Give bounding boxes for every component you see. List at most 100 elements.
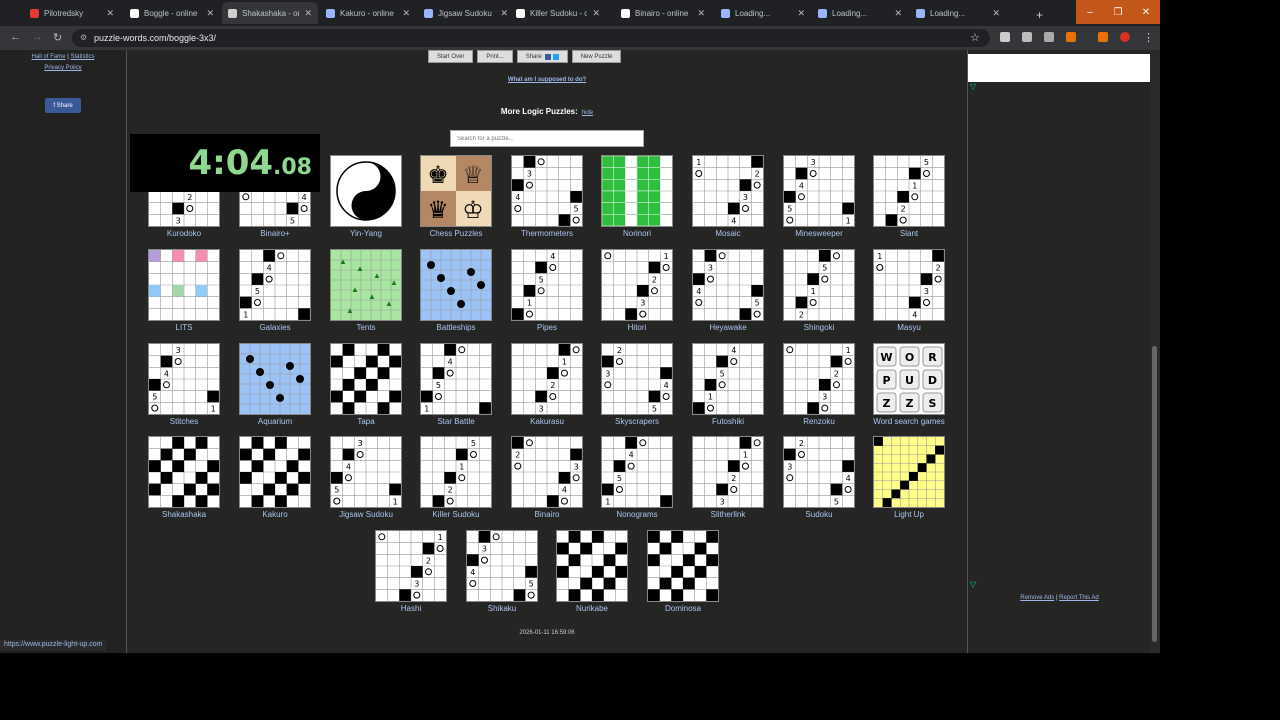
puzzle-link[interactable]: Heyawake <box>692 323 764 332</box>
puzzle-thumbnail[interactable]: WO R P U D Z Z S <box>873 343 945 415</box>
puzzle-thumbnail[interactable] <box>647 530 719 602</box>
puzzle-link[interactable]: Slitherlink <box>692 510 764 519</box>
puzzle-card-lits[interactable]: LITS <box>148 249 220 332</box>
puzzle-thumbnail[interactable]: 4 5 1 <box>511 249 583 321</box>
puzzle-thumbnail[interactable] <box>239 343 311 415</box>
report-ad-link[interactable]: Report This Ad <box>1059 595 1099 601</box>
puzzle-link[interactable]: Star Battle <box>420 417 492 426</box>
tab-10[interactable]: Loading... ✕ <box>910 2 1006 24</box>
puzzle-card-chess-puzzles[interactable]: ♚ ♕ ♛ ♔ Chess Puzzles <box>420 155 492 238</box>
puzzle-link[interactable]: Tents <box>330 323 402 332</box>
puzzle-card-shakashaka[interactable]: Shakashaka <box>148 436 220 519</box>
puzzle-link[interactable]: Kakurasu <box>511 417 583 426</box>
scrollbar-thumb[interactable] <box>1152 346 1157 642</box>
extension-icon[interactable] <box>1022 32 1032 42</box>
puzzle-card-word-search-games[interactable]: W O R P U D Z Z S Word search games <box>873 343 945 426</box>
tab-3[interactable]: Shakashaka - onl ✕ <box>222 2 318 24</box>
extension-icon[interactable] <box>1098 32 1108 42</box>
puzzle-thumbnail[interactable] <box>148 436 220 508</box>
puzzle-card-hashi[interactable]: 1 2 3 Hashi <box>375 530 447 613</box>
puzzle-thumbnail[interactable]: 4 5 1 <box>420 343 492 415</box>
remove-ads-link[interactable]: Remove Ads <box>1020 595 1054 601</box>
minimize-button[interactable]: – <box>1076 0 1104 24</box>
tab-close-icon[interactable]: ✕ <box>797 8 805 19</box>
print-button[interactable]: Print... <box>477 50 513 63</box>
puzzle-thumbnail[interactable] <box>148 249 220 321</box>
puzzle-link[interactable]: LITS <box>148 323 220 332</box>
puzzle-card-slant[interactable]: 5 1 2 Slant <box>873 155 945 238</box>
new-tab-button[interactable]: + <box>1030 4 1049 26</box>
reload-button[interactable]: ↻ <box>53 31 62 44</box>
puzzle-thumbnail[interactable]: 1 2 3 <box>601 249 673 321</box>
puzzle-link[interactable]: Kurodoko <box>148 229 220 238</box>
puzzle-card-heyawake[interactable]: 3 4 5 Heyawake <box>692 249 764 332</box>
puzzle-link[interactable]: Kakuro <box>239 510 311 519</box>
puzzle-thumbnail[interactable]: 2 3 4 5 <box>783 436 855 508</box>
puzzle-card-masyu[interactable]: 1 2 3 4 Masyu <box>873 249 945 332</box>
puzzle-link[interactable]: Mosaic <box>692 229 764 238</box>
tab-close-icon[interactable]: ✕ <box>992 8 1000 19</box>
puzzle-thumbnail[interactable]: 1 2 3 <box>511 343 583 415</box>
puzzle-card-kakuro[interactable]: Kakuro <box>239 436 311 519</box>
puzzle-thumbnail[interactable]: 4 5 1 <box>692 343 764 415</box>
puzzle-card-nurikabe[interactable]: Nurikabe <box>556 530 628 613</box>
site-info-icon[interactable]: ⚙ <box>80 29 87 47</box>
restore-button[interactable]: ❐ <box>1104 0 1132 24</box>
puzzle-thumbnail[interactable]: ▲ ▲ ▲ ▲ ▲ ▲ ▲ ▲ <box>330 249 402 321</box>
puzzle-card-sudoku[interactable]: 2 3 4 5 Sudoku <box>783 436 855 519</box>
puzzle-card-aquarium[interactable]: Aquarium <box>239 343 311 426</box>
puzzle-link[interactable]: Pipes <box>511 323 583 332</box>
tab-2[interactable]: Boggle - online ✕ <box>124 2 220 24</box>
privacy-policy-link[interactable]: Privacy Policy <box>0 65 126 71</box>
puzzle-card-kakurasu[interactable]: 1 2 3 Kakurasu <box>511 343 583 426</box>
statistics-link[interactable]: Statistics <box>70 54 94 60</box>
puzzle-card-binairo[interactable]: 2 3 4 Binairo <box>511 436 583 519</box>
puzzle-link[interactable]: Galaxies <box>239 323 311 332</box>
puzzle-thumbnail[interactable]: 3 4 5 <box>511 155 583 227</box>
puzzle-thumbnail[interactable]: 4 5 1 <box>601 436 673 508</box>
new-puzzle-button[interactable]: New Puzzle <box>571 50 622 63</box>
extension-icon[interactable] <box>1066 32 1076 42</box>
puzzle-card-jigsaw-sudoku[interactable]: 3 4 5 1 Jigsaw Sudoku <box>330 436 402 519</box>
puzzle-card-norinori[interactable]: Norinori <box>601 155 673 238</box>
puzzle-link[interactable]: Yin-Yang <box>330 229 402 238</box>
puzzle-card-star-battle[interactable]: 4 5 1 Star Battle <box>420 343 492 426</box>
puzzle-thumbnail[interactable] <box>420 249 492 321</box>
puzzle-thumbnail[interactable] <box>330 343 402 415</box>
puzzle-thumbnail[interactable]: 3 4 5 <box>692 249 764 321</box>
puzzle-link[interactable]: Minesweeper <box>783 229 855 238</box>
puzzle-card-tapa[interactable]: Tapa <box>330 343 402 426</box>
puzzle-card-thermometers[interactable]: 3 4 5 Thermometers <box>511 155 583 238</box>
puzzle-thumbnail[interactable]: ♚ ♕ ♛ ♔ <box>420 155 492 227</box>
puzzle-link[interactable]: Chess Puzzles <box>420 229 492 238</box>
puzzle-link[interactable]: Nonograms <box>601 510 673 519</box>
browser-menu-icon[interactable]: ⋮ <box>1143 31 1154 44</box>
puzzle-card-battleships[interactable]: Battleships <box>420 249 492 332</box>
puzzle-thumbnail[interactable]: 5 1 2 <box>420 436 492 508</box>
puzzle-card-light-up[interactable]: Light Up <box>873 436 945 519</box>
puzzle-card-stitches[interactable]: 3 4 5 1 Stitches <box>148 343 220 426</box>
puzzle-card-renzoku[interactable]: 1 2 3 Renzoku <box>783 343 855 426</box>
instructions-link[interactable]: What am I supposed to do? <box>128 77 966 83</box>
puzzle-card-tents[interactable]: ▲ ▲ ▲ ▲ ▲ ▲ ▲ ▲ Tents <box>330 249 402 332</box>
puzzle-link[interactable]: Jigsaw Sudoku <box>330 510 402 519</box>
puzzle-search-input[interactable] <box>450 130 644 147</box>
puzzle-link[interactable]: Word search games <box>873 417 945 426</box>
puzzle-card-hitori[interactable]: 1 2 3 Hitori <box>601 249 673 332</box>
puzzle-card-futoshiki[interactable]: 4 5 1 Futoshiki <box>692 343 764 426</box>
puzzle-thumbnail[interactable]: 3 4 5 1 <box>330 436 402 508</box>
puzzle-link[interactable]: Renzoku <box>783 417 855 426</box>
profile-avatar[interactable] <box>1120 32 1130 42</box>
close-window-button[interactable]: ✕ <box>1132 0 1160 24</box>
puzzle-link[interactable]: Slant <box>873 229 945 238</box>
puzzle-thumbnail[interactable]: 3 4 5 <box>466 530 538 602</box>
puzzle-link[interactable]: Nurikabe <box>556 604 628 613</box>
puzzle-card-killer-sudoku[interactable]: 5 1 2 Killer Sudoku <box>420 436 492 519</box>
puzzle-link[interactable]: Thermometers <box>511 229 583 238</box>
hide-link[interactable]: hide <box>582 110 593 116</box>
start-over-button[interactable]: Start Over <box>428 50 474 63</box>
puzzle-link[interactable]: Futoshiki <box>692 417 764 426</box>
ad-banner[interactable] <box>968 54 1151 82</box>
tab-5[interactable]: Jigsaw Sudoku ✕ <box>418 2 514 24</box>
share-button[interactable]: Share <box>516 50 568 63</box>
